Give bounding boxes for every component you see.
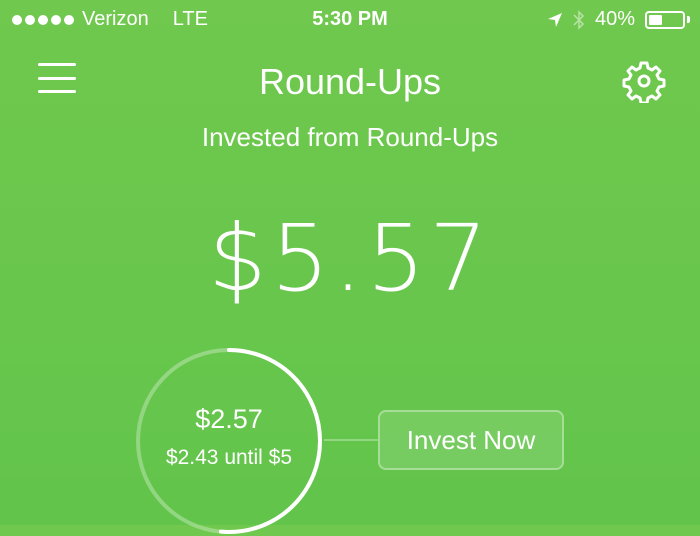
battery-tip [687,16,690,23]
page-title: Round-Ups [258,61,442,102]
battery-fill [649,14,662,25]
status-right: 40% [547,8,690,31]
status-bar: Verizon LTE 5:30 PM 40% [0,0,700,40]
invest-now-button[interactable]: Invest Now [378,410,564,470]
progress-ring: $2.57 $2.43 until $5 [134,346,324,536]
total-invested: $5.57 [208,205,492,312]
progress-ring-svg [136,348,322,534]
battery-percent: 40% [594,8,635,30]
nav-bar: Round-Ups [0,55,700,115]
subtitle: Invested from Round-Ups [201,122,499,152]
settings-button[interactable] [622,59,666,105]
battery-icon [645,10,685,29]
gear-icon [622,61,666,105]
connector-line [324,439,378,441]
bluetooth-icon [573,9,585,30]
progress-remaining: $2.43 until $5 [165,446,293,469]
progress-amount: $2.57 [195,404,263,434]
location-arrow-icon [547,12,562,27]
